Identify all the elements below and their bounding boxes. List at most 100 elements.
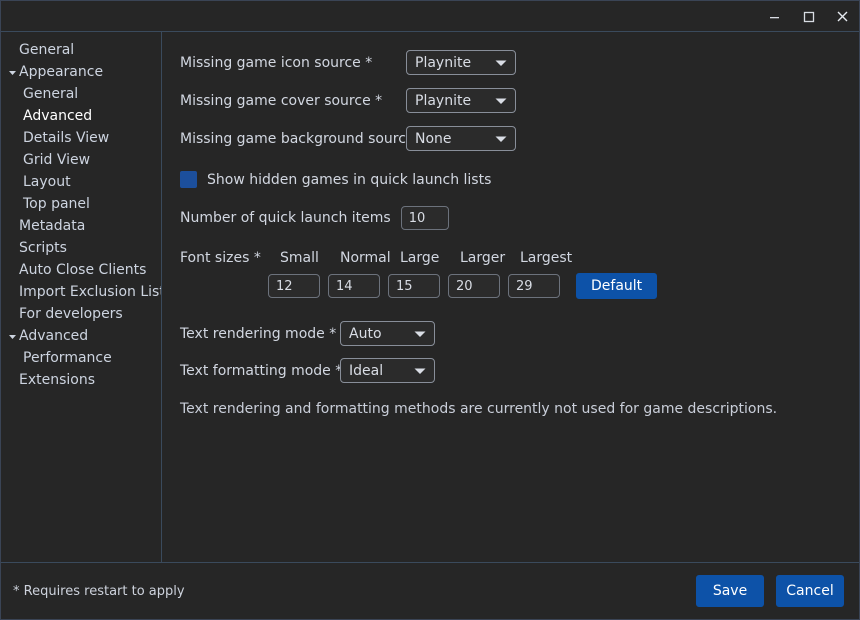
text-formatting-mode-label: Text formatting mode * <box>180 362 343 379</box>
sidebar-item-label: Appearance <box>19 64 104 80</box>
missing-game-cover-source-row: Missing game cover source * Playnite <box>180 88 859 113</box>
sidebar-item-label: Layout <box>23 174 71 190</box>
font-size-column-largest: Largest <box>520 250 573 266</box>
chevron-down-icon <box>414 330 426 338</box>
font-sizes-label: Font sizes * <box>180 250 261 266</box>
missing-game-icon-source-select[interactable]: Playnite <box>406 50 516 75</box>
font-size-larger-input[interactable] <box>448 274 500 298</box>
minimize-icon <box>768 10 781 23</box>
sidebar-item-label: Grid View <box>23 152 91 168</box>
title-bar <box>1 1 859 32</box>
sidebar-item-label: For developers <box>19 306 123 322</box>
maximize-icon <box>802 10 815 23</box>
sidebar-item-advanced[interactable]: Advanced <box>1 325 161 347</box>
text-rendering-mode-select[interactable]: Auto <box>340 321 435 346</box>
sidebar-item-label: Advanced <box>23 108 93 124</box>
missing-game-background-source-label: Missing game background source * <box>180 130 427 147</box>
font-sizes-block: Font sizes * Small Normal Large Larger L… <box>180 250 859 299</box>
missing-game-icon-source-row: Missing game icon source * Playnite <box>180 50 859 75</box>
dialog-footer: * Requires restart to apply Save Cancel <box>1 562 859 619</box>
sidebar-item-layout[interactable]: Layout <box>1 171 161 193</box>
sidebar-item-label: Extensions <box>19 372 96 388</box>
chevron-down-icon[interactable] <box>5 332 19 341</box>
font-size-small-input[interactable] <box>268 274 320 298</box>
quick-launch-items-row: Number of quick launch items <box>180 206 859 230</box>
selected-value: Playnite <box>415 54 472 71</box>
font-size-column-small: Small <box>280 250 319 266</box>
selected-value: None <box>415 130 452 147</box>
sidebar-item-label: Metadata <box>19 218 86 234</box>
text-formatting-mode-select[interactable]: Ideal <box>340 358 435 383</box>
sidebar-item-label: General <box>23 86 79 102</box>
cancel-button[interactable]: Cancel <box>776 575 844 607</box>
close-button[interactable] <box>825 1 859 31</box>
settings-content-panel: Missing game icon source * Playnite Miss… <box>162 32 859 562</box>
minimize-button[interactable] <box>757 1 791 31</box>
chevron-down-icon <box>495 97 507 105</box>
close-icon <box>835 9 850 24</box>
missing-game-background-source-select[interactable]: None <box>406 126 516 151</box>
settings-window: General Appearance General Advanced Deta… <box>0 0 860 620</box>
missing-game-cover-source-label: Missing game cover source * <box>180 92 383 109</box>
quick-launch-items-input[interactable] <box>400 206 449 230</box>
maximize-button[interactable] <box>791 1 825 31</box>
sidebar-item-label: Details View <box>23 130 110 146</box>
chevron-down-icon[interactable] <box>5 68 19 77</box>
font-size-column-large: Large <box>400 250 440 266</box>
missing-game-icon-source-label: Missing game icon source * <box>180 54 373 71</box>
font-size-largest-input[interactable] <box>508 274 560 298</box>
font-size-column-larger: Larger <box>460 250 506 266</box>
show-hidden-games-label: Show hidden games in quick launch lists <box>207 171 492 188</box>
font-size-column-normal: Normal <box>340 250 391 266</box>
missing-game-cover-source-select[interactable]: Playnite <box>406 88 516 113</box>
chevron-down-icon <box>495 135 507 143</box>
chevron-down-icon <box>414 367 426 375</box>
sidebar-item-label: Performance <box>23 350 112 366</box>
sidebar-item-for-developers[interactable]: For developers <box>1 303 161 325</box>
font-size-cell-normal <box>328 274 388 298</box>
font-sizes-default-button[interactable]: Default <box>576 273 658 299</box>
sidebar-item-appearance-general[interactable]: General <box>1 83 161 105</box>
sidebar-item-label: Auto Close Clients <box>19 262 147 278</box>
sidebar-item-label: Import Exclusion List <box>19 284 162 300</box>
font-size-normal-input[interactable] <box>328 274 380 298</box>
save-button[interactable]: Save <box>696 575 764 607</box>
chevron-down-icon <box>495 59 507 67</box>
text-rendering-note: Text rendering and formatting methods ar… <box>180 401 778 417</box>
window-title <box>1 1 757 31</box>
restart-required-note: * Requires restart to apply <box>13 583 185 599</box>
show-hidden-games-row[interactable]: Show hidden games in quick launch lists <box>180 171 859 188</box>
sidebar-item-general[interactable]: General <box>1 39 161 61</box>
sidebar-item-extensions[interactable]: Extensions <box>1 369 161 391</box>
font-size-large-input[interactable] <box>388 274 440 298</box>
sidebar-item-label: Advanced <box>19 328 89 344</box>
sidebar-item-auto-close-clients[interactable]: Auto Close Clients <box>1 259 161 281</box>
sidebar-item-appearance-advanced[interactable]: Advanced <box>1 105 161 127</box>
settings-form: Missing game icon source * Playnite Miss… <box>162 32 859 417</box>
sidebar-item-label: Scripts <box>19 240 67 256</box>
quick-launch-items-label: Number of quick launch items <box>180 210 391 226</box>
font-size-cell-large <box>388 274 448 298</box>
sidebar-item-top-panel[interactable]: Top panel <box>1 193 161 215</box>
font-size-cell-small <box>268 274 328 298</box>
sidebar-item-details-view[interactable]: Details View <box>1 127 161 149</box>
show-hidden-games-checkbox[interactable] <box>180 171 197 188</box>
sidebar-item-appearance[interactable]: Appearance <box>1 61 161 83</box>
selected-value: Playnite <box>415 92 472 109</box>
font-sizes-input-row: Default <box>180 273 859 299</box>
selected-value: Auto <box>349 325 382 342</box>
text-rendering-mode-label: Text rendering mode * <box>180 325 337 342</box>
text-formatting-mode-row: Text formatting mode * Ideal <box>180 358 859 383</box>
sidebar-item-grid-view[interactable]: Grid View <box>1 149 161 171</box>
font-sizes-header-row: Font sizes * Small Normal Large Larger L… <box>180 250 859 266</box>
settings-sidebar: General Appearance General Advanced Deta… <box>1 32 162 562</box>
sidebar-item-scripts[interactable]: Scripts <box>1 237 161 259</box>
sidebar-item-label: General <box>19 42 75 58</box>
selected-value: Ideal <box>349 362 384 379</box>
sidebar-item-performance[interactable]: Performance <box>1 347 161 369</box>
sidebar-item-metadata[interactable]: Metadata <box>1 215 161 237</box>
missing-game-background-source-row: Missing game background source * None <box>180 126 859 151</box>
sidebar-item-import-exclusion-list[interactable]: Import Exclusion List <box>1 281 161 303</box>
sidebar-item-label: Top panel <box>23 196 90 212</box>
window-body: General Appearance General Advanced Deta… <box>1 32 859 562</box>
